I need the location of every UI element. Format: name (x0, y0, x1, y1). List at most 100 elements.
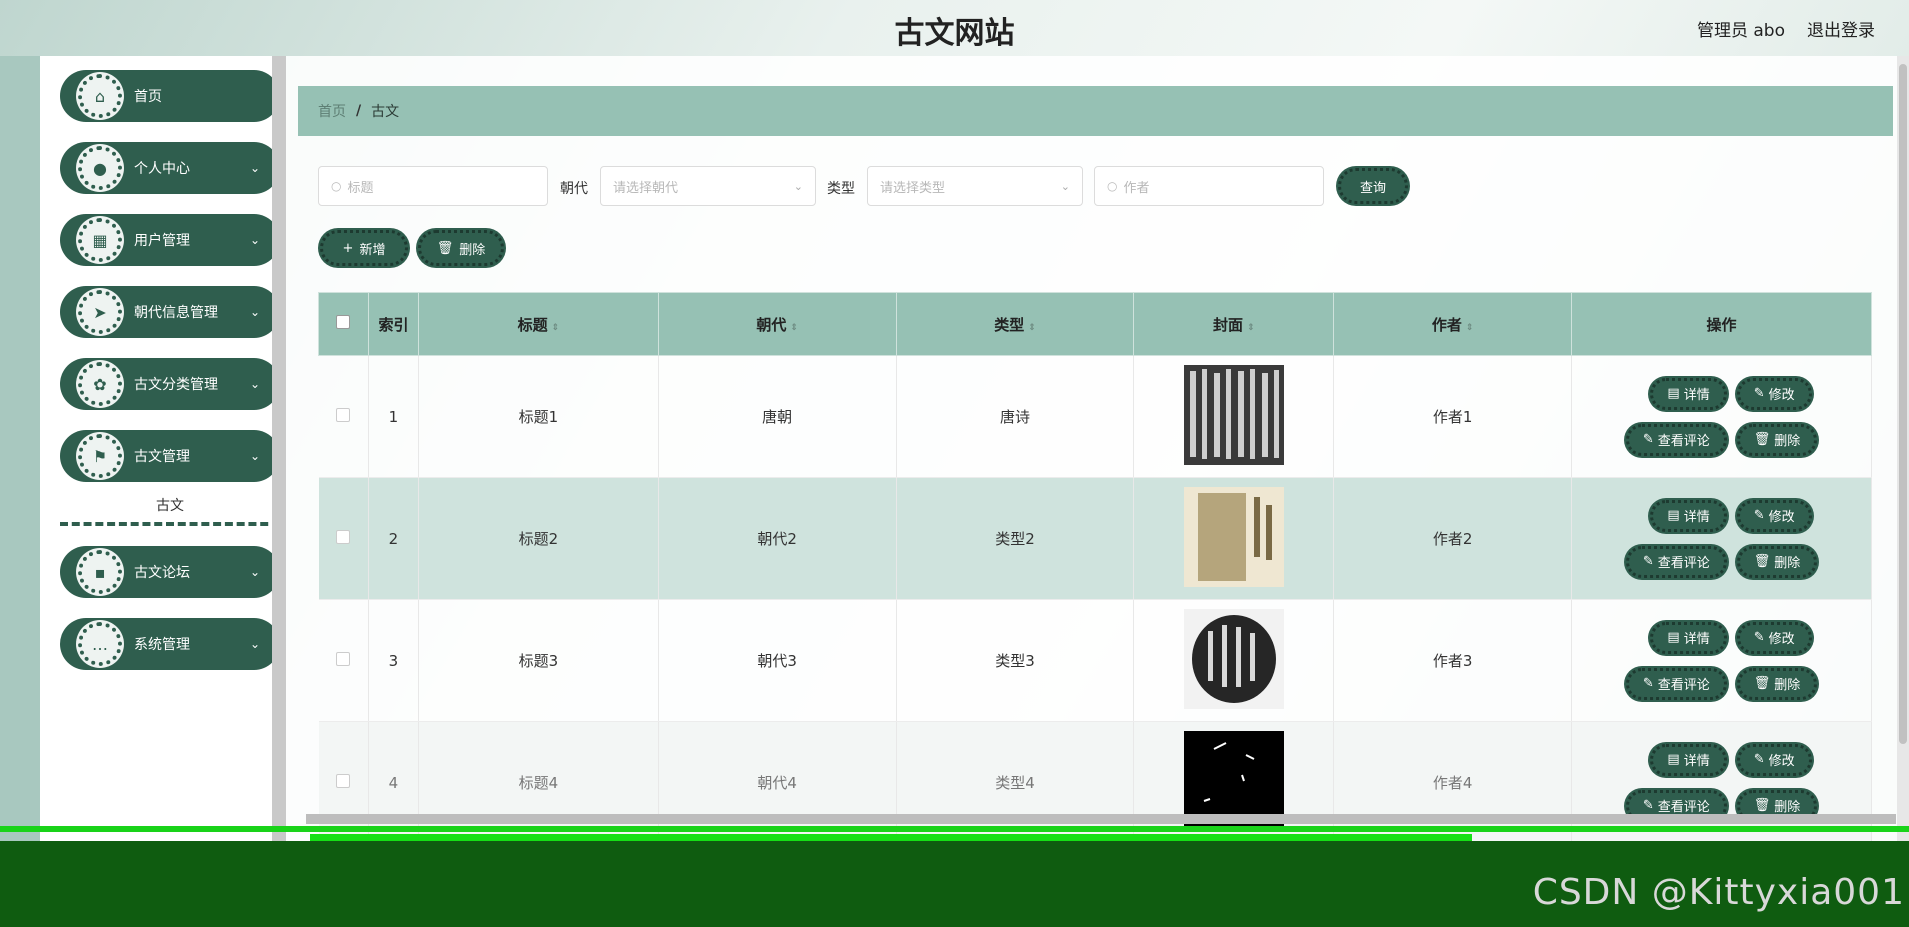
dynasty-filter-label: 朝代 (560, 181, 588, 197)
cell-title: 标题1 (418, 355, 659, 478)
search-button[interactable]: 查询 (1338, 168, 1408, 204)
row-checkbox[interactable] (336, 651, 351, 666)
user-area: 管理员 abo 退出登录 (1697, 16, 1875, 41)
delete-button[interactable]: 🗑 删除 (1736, 667, 1818, 700)
col-title[interactable]: 标题 ⇕ (417, 292, 659, 356)
view-comments-button[interactable]: ✎ 查看评论 (1625, 667, 1727, 700)
detail-button[interactable]: ▤ 详情 (1650, 743, 1727, 776)
cover-image-scroll[interactable] (1183, 486, 1284, 587)
col-dynasty-label: 朝代 (756, 315, 787, 334)
chevron-down-icon: ⌄ (249, 233, 260, 247)
sidebar-item-category-management[interactable]: ✿ 古文分类管理 ⌄ (60, 358, 280, 410)
vertical-scrollbar-thumb[interactable] (1899, 64, 1907, 744)
cell-title: 标题2 (418, 477, 659, 600)
type-placeholder: 请选择类型 (880, 180, 946, 196)
home-icon: ⌂ (78, 74, 122, 118)
detail-button-label: 详情 (1683, 510, 1710, 525)
chevron-down-icon: ⌄ (249, 449, 260, 463)
cell-cover (1133, 599, 1335, 722)
breadcrumb: 首页 / 古文 (298, 86, 1893, 136)
chevron-down-icon: ⌄ (249, 161, 260, 175)
detail-button[interactable]: ▤ 详情 (1650, 377, 1727, 410)
author-search-input[interactable]: ○ 作者 (1094, 166, 1324, 206)
cover-image-calligraphy[interactable] (1183, 364, 1284, 465)
row-checkbox[interactable] (336, 407, 351, 422)
col-dynasty[interactable]: 朝代 ⇕ (657, 292, 897, 356)
cover-image-rubbing[interactable] (1183, 608, 1284, 709)
row-checkbox[interactable] (336, 773, 351, 788)
view-comments-button-label: 查看评论 (1657, 434, 1710, 449)
edit-button-label: 修改 (1768, 510, 1795, 525)
delete-button[interactable]: 🗑 删除 (1736, 545, 1818, 578)
select-all-checkbox[interactable] (336, 315, 351, 329)
view-comments-button[interactable]: ✎ 查看评论 (1625, 423, 1727, 456)
row-select-cell (318, 599, 369, 722)
cell-author: 作者2 (1333, 477, 1573, 600)
trash-icon: 🗑 (1753, 676, 1771, 691)
pencil-icon: ✎ (1642, 554, 1654, 569)
horizontal-scrollbar[interactable] (306, 814, 1896, 824)
admin-user-label[interactable]: 管理员 abo (1697, 16, 1785, 41)
sidebar-item-label: 古文分类管理 (134, 377, 218, 393)
breadcrumb-separator: / (356, 103, 362, 119)
sort-icon[interactable]: ⇕ (1028, 323, 1036, 333)
sidebar-item-forum[interactable]: ▪ 古文论坛 ⌄ (60, 546, 280, 598)
col-author-label: 作者 (1431, 315, 1462, 334)
detail-button[interactable]: ▤ 详情 (1650, 621, 1727, 654)
user-icon: ● (78, 146, 122, 190)
sort-icon[interactable]: ⇕ (790, 323, 798, 333)
edit-button[interactable]: ✎ 修改 (1736, 499, 1812, 532)
table-row: 1 标题1 唐朝 唐诗 作者1 ▤ 详情 ✎ 修改 ✎ 查看评论 🗑 删除 (318, 355, 1872, 478)
render-artifact-bar (0, 826, 1909, 832)
edit-button[interactable]: ✎ 修改 (1736, 377, 1812, 410)
col-cover[interactable]: 封面 ⇕ (1133, 292, 1335, 356)
sidebar-item-system-management[interactable]: … 系统管理 ⌄ (60, 618, 280, 670)
ancient-text-table: 索引 标题 ⇕ 朝代 ⇕ 类型 ⇕ 封面 ⇕ 作者 ⇕ 操作 1 标题1 唐朝 唐诗 (318, 292, 1872, 844)
type-select[interactable]: 请选择类型 ⌄ (867, 166, 1083, 206)
sidebar-item-user-management[interactable]: ▦ 用户管理 ⌄ (60, 214, 280, 266)
delete-button-label: 删除 (1774, 434, 1801, 449)
sort-icon[interactable]: ⇕ (1466, 323, 1474, 333)
sidebar-item-text-management[interactable]: ⚑ 古文管理 ⌄ (60, 430, 280, 482)
top-header: 古文网站 管理员 abo 退出登录 (0, 0, 1909, 56)
table-row: 2 标题2 朝代2 类型2 作者2 ▤ 详情 ✎ 修改 ✎ 查看评论 🗑 删除 (318, 477, 1872, 600)
row-select-cell (318, 355, 369, 478)
delete-button[interactable]: 🗑 删除 (1736, 423, 1818, 456)
sidebar-subitem-text[interactable]: 古文 (60, 490, 280, 526)
row-checkbox[interactable] (336, 529, 351, 544)
sidebar-item-home[interactable]: ⌂ 首页 (60, 70, 280, 122)
dynasty-placeholder: 请选择朝代 (613, 180, 679, 196)
title-search-input[interactable]: ○ 标题 (318, 166, 548, 206)
cell-cover (1133, 355, 1335, 478)
apps-icon: ▪ (78, 550, 122, 594)
sort-icon[interactable]: ⇕ (552, 323, 560, 333)
pencil-icon: ✎ (1642, 432, 1654, 447)
col-type-label: 类型 (994, 315, 1025, 334)
edit-button[interactable]: ✎ 修改 (1736, 621, 1812, 654)
bulk-delete-button[interactable]: 🗑 删除 (418, 230, 504, 266)
breadcrumb-home[interactable]: 首页 (318, 101, 346, 121)
sidebar-item-dynasty-management[interactable]: ➤ 朝代信息管理 ⌄ (60, 286, 280, 338)
doc-icon: ▤ (1667, 386, 1680, 401)
detail-button[interactable]: ▤ 详情 (1650, 499, 1727, 532)
detail-button-label: 详情 (1683, 388, 1710, 403)
sidebar-item-label: 古文论坛 (134, 565, 190, 581)
sort-icon[interactable]: ⇕ (1247, 323, 1255, 333)
vertical-scrollbar[interactable] (1897, 56, 1909, 841)
trash-icon: 🗑 (1753, 432, 1771, 447)
add-button[interactable]: + 新增 (320, 230, 408, 266)
dynasty-select[interactable]: 请选择朝代 ⌄ (600, 166, 816, 206)
site-title: 古文网站 (894, 16, 1015, 51)
view-comments-button[interactable]: ✎ 查看评论 (1625, 545, 1727, 578)
view-comments-button-label: 查看评论 (1657, 678, 1710, 693)
sidebar-divider (272, 56, 286, 841)
edit-button[interactable]: ✎ 修改 (1736, 743, 1812, 776)
cell-dynasty: 朝代3 (658, 599, 897, 722)
col-author[interactable]: 作者 ⇕ (1333, 292, 1573, 356)
sidebar-item-label: 系统管理 (134, 637, 190, 653)
logout-link[interactable]: 退出登录 (1807, 16, 1875, 41)
left-frame-strip (0, 56, 40, 841)
col-type[interactable]: 类型 ⇕ (895, 292, 1135, 356)
sidebar-item-personal-center[interactable]: ● 个人中心 ⌄ (60, 142, 280, 194)
cell-type: 类型2 (896, 477, 1135, 600)
